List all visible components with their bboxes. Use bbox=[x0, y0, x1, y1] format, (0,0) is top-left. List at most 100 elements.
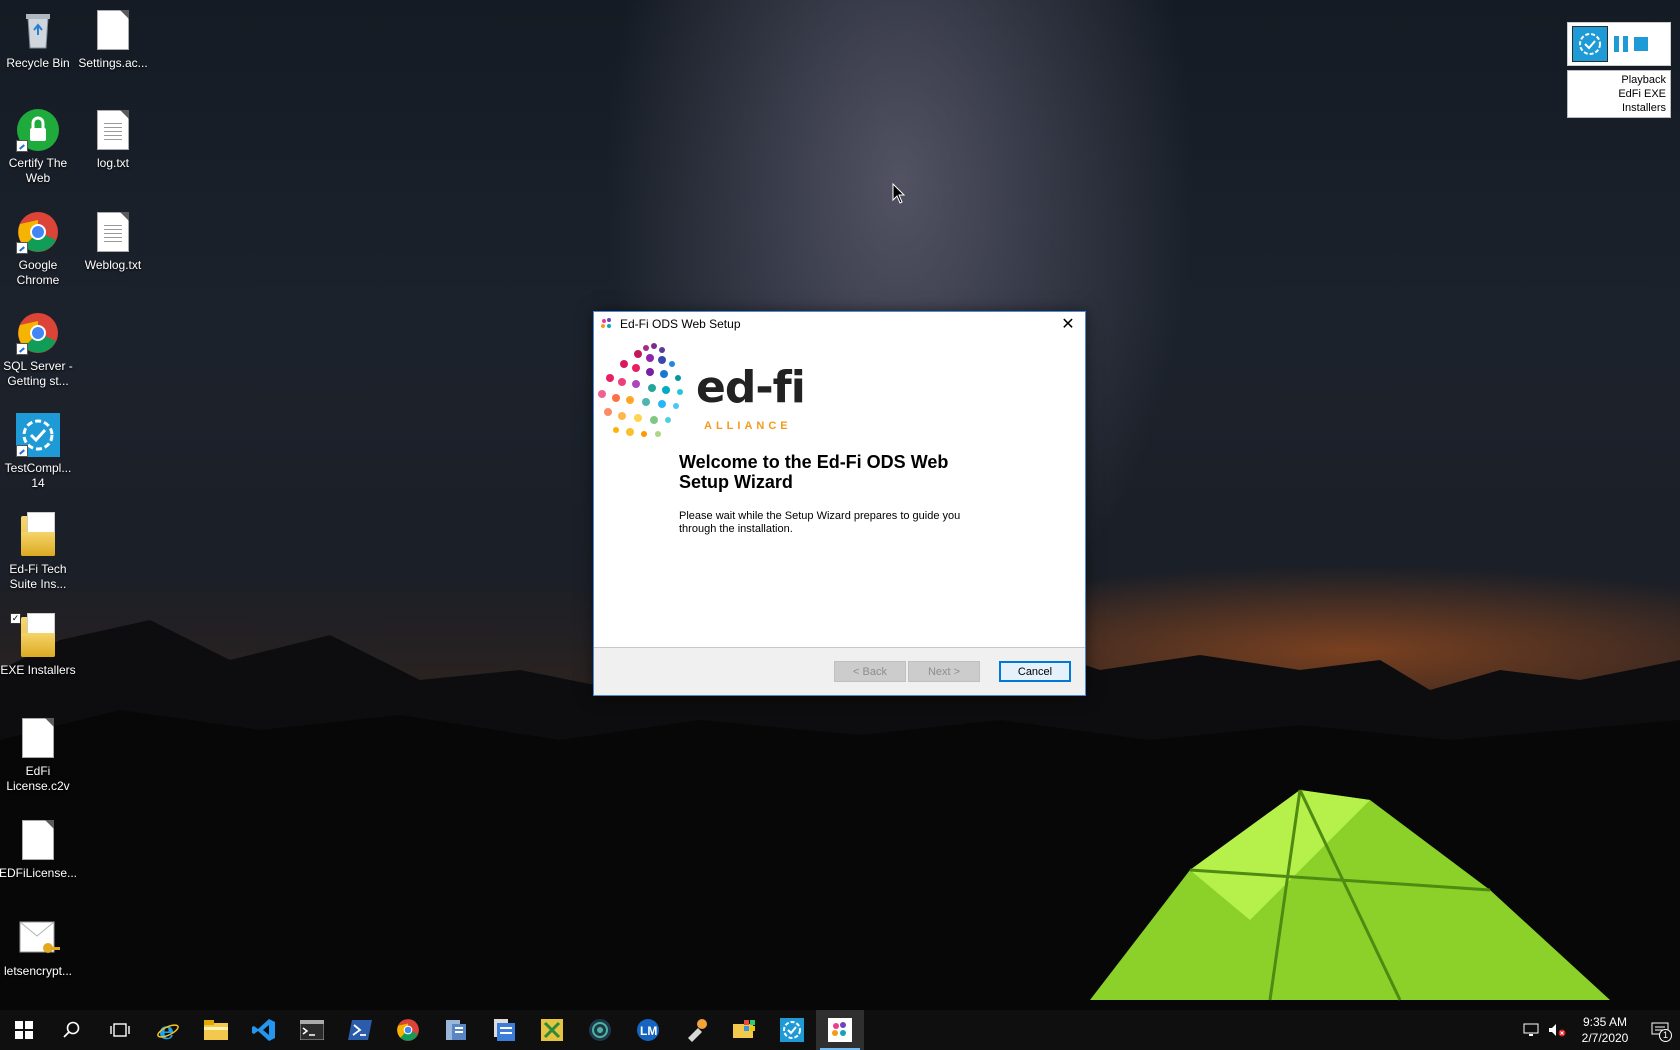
clock-time: 9:35 AM bbox=[1582, 1015, 1628, 1029]
dialog-title: Ed-Fi ODS Web Setup bbox=[620, 316, 741, 331]
desktop-icon-label: TestCompl... 14 bbox=[4, 461, 72, 490]
mouse-cursor-icon bbox=[892, 183, 906, 204]
desktop-icon-label: Certify The Web bbox=[8, 156, 68, 185]
internet-explorer-icon: e bbox=[157, 1018, 179, 1042]
taskbar-file-manager[interactable] bbox=[480, 1010, 528, 1050]
volume-muted-icon[interactable] bbox=[1544, 1010, 1570, 1050]
taskbar-file-explorer[interactable] bbox=[192, 1010, 240, 1050]
folder-icon bbox=[16, 512, 60, 558]
command-prompt-icon bbox=[300, 1020, 324, 1040]
blank-file-icon bbox=[16, 818, 60, 862]
close-icon: ✕ bbox=[1061, 315, 1075, 333]
chrome-icon bbox=[16, 311, 60, 355]
taskbar-clock[interactable]: 9:35 AM 2/7/2020 bbox=[1570, 1014, 1640, 1046]
certificate-key-icon bbox=[16, 916, 60, 960]
playback-status-label: Playback bbox=[1621, 74, 1666, 86]
notification-count-badge: 1 bbox=[1659, 1029, 1672, 1042]
start-button[interactable] bbox=[0, 1010, 48, 1050]
certify-lock-icon bbox=[16, 108, 60, 152]
desktop-icon-weblog-txt[interactable]: Weblog.txt bbox=[75, 210, 151, 273]
shortcut-arrow-icon bbox=[16, 140, 28, 152]
dialog-title-bar[interactable]: Ed-Fi ODS Web Setup bbox=[594, 312, 1085, 335]
taskbar-globe-app[interactable] bbox=[576, 1010, 624, 1050]
chrome-icon bbox=[16, 210, 60, 254]
task-view-button[interactable] bbox=[96, 1010, 144, 1050]
desktop-icon-label: SQL Server - Getting st... bbox=[3, 359, 73, 388]
taskbar-server-manager[interactable] bbox=[432, 1010, 480, 1050]
desktop-icon-log-txt[interactable]: log.txt bbox=[75, 108, 151, 171]
taskbar-powershell[interactable] bbox=[336, 1010, 384, 1050]
chrome-icon bbox=[397, 1019, 419, 1041]
document-icon bbox=[91, 8, 135, 52]
edfi-alliance-logo: ed-fi ALLIANCE bbox=[594, 336, 814, 446]
desktop-icon-label: Recycle Bin bbox=[6, 56, 70, 70]
taskbar-tool[interactable] bbox=[672, 1010, 720, 1050]
taskbar-network-tool[interactable] bbox=[528, 1010, 576, 1050]
edfi-small-logo-icon bbox=[601, 317, 611, 328]
alliance-logo-text: ALLIANCE bbox=[704, 420, 792, 432]
desktop-icon-sql-server[interactable]: SQL Server - Getting st... bbox=[0, 311, 76, 389]
checkbox-icon[interactable]: ✓ bbox=[10, 613, 21, 624]
taskbar-vscode[interactable] bbox=[240, 1010, 288, 1050]
windows-folder-icon bbox=[733, 1020, 755, 1038]
taskbar-edfi-setup[interactable] bbox=[816, 1010, 864, 1050]
svg-text:LM: LM bbox=[640, 1024, 657, 1038]
desktop-icon-edfi-tech-suite[interactable]: Ed-Fi Tech Suite Ins... bbox=[0, 512, 76, 592]
desktop-icon-label: Weblog.txt bbox=[84, 258, 142, 272]
desktop-icon-label: letsencrypt... bbox=[3, 964, 73, 978]
desktop-icon-google-chrome[interactable]: Google Chrome bbox=[0, 210, 76, 288]
pause-button[interactable] bbox=[1614, 36, 1628, 52]
desktop-icon-certify-the-web[interactable]: Certify The Web bbox=[0, 108, 76, 186]
taskbar-testcomplete[interactable] bbox=[768, 1010, 816, 1050]
desktop-icon-label: Ed-Fi Tech Suite Ins... bbox=[9, 562, 67, 591]
taskbar-windows-folder[interactable] bbox=[720, 1010, 768, 1050]
taskbar-license-manager[interactable]: LM bbox=[624, 1010, 672, 1050]
taskbar-command-prompt[interactable] bbox=[288, 1010, 336, 1050]
desktop-icon-label: EDFiLicense... bbox=[0, 866, 78, 880]
desktop-icon-exe-installers[interactable]: ✓ EXE Installers bbox=[0, 613, 76, 678]
powershell-icon bbox=[348, 1020, 372, 1040]
notification-center-button[interactable]: 1 bbox=[1640, 1010, 1680, 1050]
start-icon bbox=[15, 1021, 33, 1039]
edfi-logo-text: ed-fi bbox=[696, 362, 806, 413]
shortcut-arrow-icon bbox=[16, 242, 28, 254]
taskbar: e LM 9:35 AM 2/7/2020 1 bbox=[0, 1010, 1680, 1050]
desktop-icon-label: Settings.ac... bbox=[78, 56, 148, 70]
next-button[interactable]: Next > bbox=[908, 661, 980, 682]
text-file-icon bbox=[91, 108, 135, 152]
testcomplete-icon bbox=[16, 413, 60, 457]
desktop-icon-testcomplete[interactable]: TestCompl... 14 bbox=[0, 413, 76, 491]
taskbar-chrome[interactable] bbox=[384, 1010, 432, 1050]
recycle-bin-icon bbox=[16, 8, 60, 52]
edfi-setup-icon bbox=[828, 1018, 852, 1042]
desktop-icon-letsencrypt[interactable]: letsencrypt... bbox=[0, 916, 76, 979]
server-manager-icon bbox=[446, 1020, 466, 1040]
playback-test-name: EdFi EXE Installers bbox=[1618, 88, 1666, 114]
testcomplete-playback-widget: Playback EdFi EXE Installers bbox=[1567, 22, 1671, 118]
dialog-footer: < Back Next > Cancel bbox=[594, 647, 1085, 695]
desktop-icon-settings-file[interactable]: Settings.ac... bbox=[75, 8, 151, 71]
shortcut-arrow-icon bbox=[16, 343, 28, 355]
wizard-body-text: Please wait while the Setup Wizard prepa… bbox=[679, 510, 961, 535]
vscode-icon bbox=[252, 1019, 275, 1041]
desktop-icon-label: EXE Installers bbox=[0, 663, 76, 677]
desktop-icon-recycle-bin[interactable]: Recycle Bin bbox=[0, 8, 76, 71]
task-view-icon bbox=[110, 1023, 130, 1037]
green-tent-image bbox=[1090, 789, 1610, 1001]
search-button[interactable] bbox=[48, 1010, 96, 1050]
setup-wizard-dialog: Ed-Fi ODS Web Setup ✕ ed-fi ALLIANCE Wel… bbox=[593, 311, 1086, 696]
file-explorer-icon bbox=[204, 1020, 228, 1040]
shortcut-arrow-icon bbox=[16, 445, 28, 457]
close-button[interactable]: ✕ bbox=[1051, 312, 1085, 335]
stop-button[interactable] bbox=[1634, 37, 1648, 51]
app-globe-icon bbox=[589, 1019, 611, 1041]
network-icon[interactable] bbox=[1518, 1010, 1544, 1050]
clock-date: 2/7/2020 bbox=[1581, 1031, 1629, 1045]
taskbar-internet-explorer[interactable]: e bbox=[144, 1010, 192, 1050]
network-tool-icon bbox=[541, 1019, 563, 1041]
desktop-icon-edfilicense[interactable]: EDFiLicense... bbox=[0, 818, 78, 881]
back-button[interactable]: < Back bbox=[834, 661, 906, 682]
desktop-icon-edfi-license-c2v[interactable]: EdFi License.c2v bbox=[0, 716, 76, 794]
cancel-button[interactable]: Cancel bbox=[999, 661, 1071, 682]
edfi-dots-icon bbox=[598, 343, 683, 437]
